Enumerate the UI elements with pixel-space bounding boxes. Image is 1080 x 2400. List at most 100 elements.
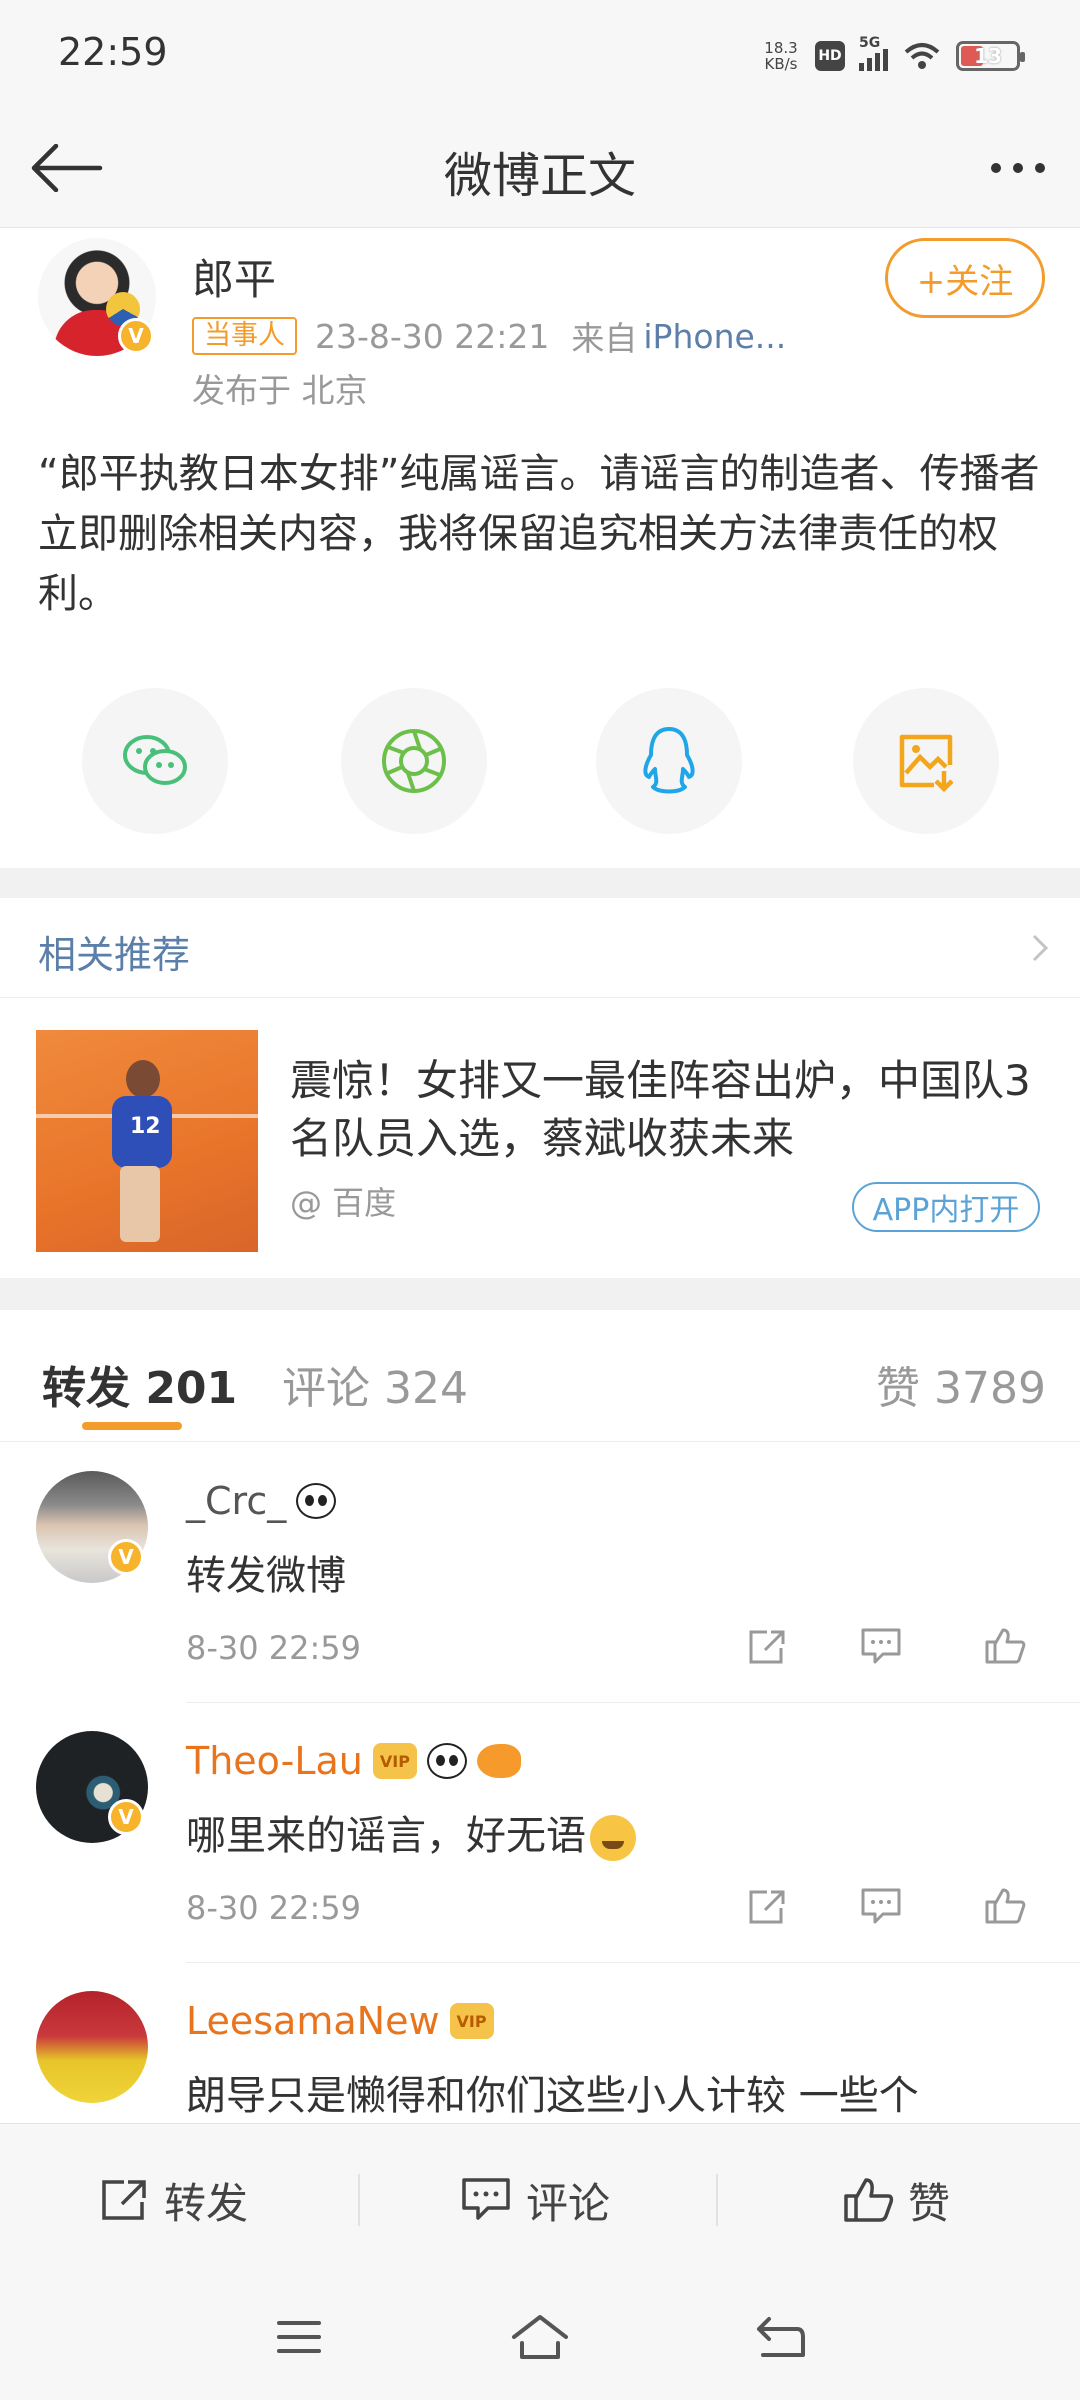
username[interactable]: Theo-Lau VIP [186, 1739, 521, 1783]
repost-text: 哪里来的谣言，好无语 [186, 1803, 636, 1861]
bottom-comment-button[interactable]: 评论 [460, 2168, 610, 2232]
repost-time: 8-30 22:59 [186, 1889, 362, 1927]
avatar[interactable] [36, 1991, 148, 2103]
save-image-button[interactable] [853, 688, 999, 834]
panda-icon [426, 1743, 467, 1779]
system-back-button[interactable] [746, 2307, 816, 2367]
post-time: 23-8-30 22:21 [315, 316, 550, 356]
section-divider [0, 868, 1080, 898]
status-time: 22:59 [58, 30, 168, 74]
more-dot-icon [1035, 163, 1045, 173]
interaction-tabs: 转发 201 评论 324 赞 3789 [0, 1310, 1080, 1442]
wechat-icon [123, 735, 187, 785]
comment-button[interactable] [854, 1879, 908, 1933]
menu-button[interactable] [264, 2307, 334, 2367]
tab-repost[interactable]: 转发 201 [42, 1352, 237, 1416]
network-speed: 18.3 KB/s [764, 39, 798, 73]
like-button[interactable] [978, 1879, 1032, 1933]
wifi-icon [904, 43, 940, 69]
article-headline: 震惊！女排又一最佳阵容出炉，中国队3名队员入选，蔡斌收获未来 [290, 1056, 1031, 1163]
like-button[interactable] [978, 1619, 1032, 1673]
tab-like[interactable]: 赞 3789 [876, 1352, 1046, 1416]
member-crown-icon: VIP [449, 2003, 494, 2039]
member-crown-icon: VIP [372, 1743, 417, 1779]
share-moments-button[interactable] [341, 688, 487, 834]
system-navigation-bar [0, 2279, 1080, 2400]
list-item: V Theo-Lau VIP 哪里来的谣言，好无语 8-30 22:59 [0, 1703, 1080, 1963]
comment-icon [861, 1888, 901, 1924]
open-in-app-button[interactable]: APP内打开 [852, 1182, 1040, 1232]
article-source: @ 百度 [290, 1184, 397, 1222]
page-title: 微博正文 [443, 148, 636, 204]
qq-icon [643, 727, 695, 794]
repost-text: 朗导只是懒得和你们这些小人计较 一些个 [186, 2073, 919, 2119]
comment-button[interactable] [854, 1619, 908, 1673]
repost-actions [730, 1619, 1050, 1673]
repost-button[interactable] [740, 1619, 794, 1673]
return-icon [757, 2317, 805, 2357]
active-tab-indicator [82, 1422, 182, 1430]
comment-icon [861, 1628, 901, 1664]
post-text: “郎平执教日本女排”纯属谣言。请谣言的制造者、传播者立即删除相关内容，我将保留追… [38, 451, 1040, 617]
list-item: V _Crc_ 转发微博 8-30 22:59 [0, 1443, 1080, 1703]
post-meta: 当事人 23-8-30 22:21 来自 iPhone... [192, 314, 786, 358]
party-tag: 当事人 [192, 317, 297, 355]
post-location: 发布于 北京 [192, 371, 368, 410]
bottom-like-button[interactable]: 赞 [842, 2168, 950, 2232]
battery-icon: 13 [956, 41, 1025, 71]
like-icon [844, 2178, 894, 2222]
repost-button[interactable] [740, 1879, 794, 1933]
author-name[interactable]: 郎平 [192, 246, 276, 307]
repost-list: V _Crc_ 转发微博 8-30 22:59 V Theo-Lau VIP 哪… [0, 1443, 1080, 2123]
repost-text: 转发微博 [186, 1553, 346, 1599]
repost-icon [749, 1890, 785, 1924]
signal-icon: 5G [859, 35, 888, 71]
username[interactable]: _Crc_ [186, 1479, 337, 1523]
moments-icon [382, 729, 446, 793]
comment-icon [462, 2178, 510, 2220]
section-divider [0, 1278, 1080, 1310]
tab-comment[interactable]: 评论 324 [282, 1352, 468, 1416]
bottom-action-bar: 转发 评论 赞 [0, 2123, 1080, 2279]
repost-time: 8-30 22:59 [186, 1629, 362, 1667]
hd-icon: HD [815, 41, 845, 71]
share-qq-button[interactable] [596, 688, 742, 834]
sweat-smile-emoji-icon [590, 1815, 636, 1861]
share-row [0, 688, 1080, 838]
status-icons: 18.3 KB/s HD 5G 13 [761, 34, 1025, 78]
home-icon [512, 2315, 568, 2359]
chevron-right-icon [1032, 934, 1049, 962]
home-button[interactable] [505, 2307, 575, 2367]
more-dot-icon [991, 163, 1001, 173]
username[interactable]: LeesamaNew VIP [186, 1999, 494, 2043]
top-nav-bar: 微博正文 [0, 108, 1080, 228]
post-device-link[interactable]: iPhone... [643, 317, 786, 356]
verified-badge-icon: V [118, 318, 154, 354]
verified-badge-icon: V [108, 1799, 144, 1835]
more-dot-icon [1013, 163, 1023, 173]
post-card: V 郎平 +关注 当事人 23-8-30 22:21 来自 iPhone... … [0, 228, 1080, 868]
like-icon [985, 1628, 1026, 1664]
related-title: 相关推荐 [38, 933, 191, 977]
repost-icon [102, 2180, 146, 2220]
more-options-button[interactable] [978, 138, 1058, 198]
follow-button[interactable]: +关注 [885, 238, 1045, 318]
article-thumbnail: 12 [36, 1030, 258, 1252]
post-from-label: 来自 [571, 319, 638, 358]
verified-badge-icon: V [108, 1539, 144, 1575]
related-article-card[interactable]: 12 震惊！女排又一最佳阵容出炉，中国队3名队员入选，蔡斌收获未来 @ 百度 A… [0, 998, 1080, 1278]
share-wechat-button[interactable] [82, 688, 228, 834]
like-icon [985, 1888, 1026, 1924]
panda-icon [296, 1483, 337, 1519]
divider [358, 2174, 360, 2226]
fish-icon [476, 1744, 521, 1778]
related-header[interactable]: 相关推荐 [0, 898, 1080, 998]
divider [716, 2174, 718, 2226]
repost-actions [730, 1879, 1050, 1933]
status-bar: 22:59 18.3 KB/s HD 5G 13 [0, 0, 1080, 108]
menu-icon [277, 2321, 321, 2353]
save-image-icon [899, 734, 954, 793]
bottom-repost-button[interactable]: 转发 [98, 2168, 248, 2232]
repost-icon [749, 1630, 785, 1664]
list-item: LeesamaNew VIP 朗导只是懒得和你们这些小人计较 一些个 [0, 1963, 1080, 2123]
